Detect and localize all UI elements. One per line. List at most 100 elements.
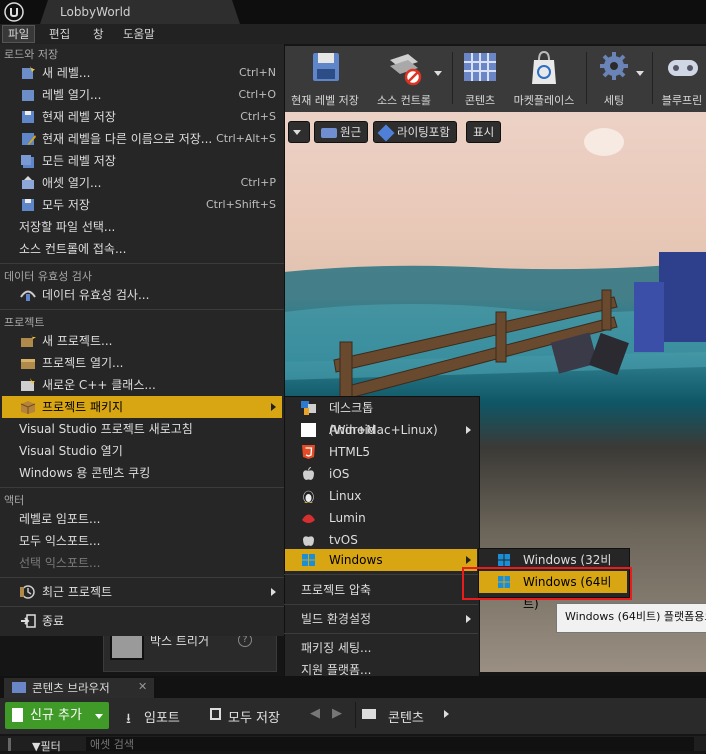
import-icon: ⭳ xyxy=(126,711,131,727)
blueprints-button[interactable]: 블루프린 xyxy=(658,50,706,108)
import-into-level-item[interactable]: 레벨로 임포트... xyxy=(2,508,282,530)
save-icon xyxy=(210,708,221,720)
save-all-levels-item[interactable]: 모든 레벨 저장 xyxy=(2,150,282,172)
android-icon xyxy=(301,423,316,437)
new-level-item[interactable]: 새 레벨... Ctrl+N xyxy=(2,62,282,84)
highlight-annotation-box xyxy=(462,567,632,600)
filter-button[interactable]: ▼필터 xyxy=(32,738,61,754)
perspective-label: 원근 xyxy=(340,125,362,139)
platform-linux-item[interactable]: Linux xyxy=(285,485,477,507)
save-current-level-button[interactable]: 현재 레벨 저장 xyxy=(288,50,362,108)
platform-android-item[interactable]: Android xyxy=(285,419,477,441)
platform-windows-item[interactable]: Windows xyxy=(285,549,477,571)
desktop-platform-icon xyxy=(301,401,316,415)
new-cpp-class-icon xyxy=(21,378,35,391)
perspective-button[interactable]: 원근 xyxy=(314,121,369,143)
menu-separator xyxy=(0,487,284,488)
export-selected-item: 선택 익스포트... xyxy=(19,556,101,570)
content-path-breadcrumb[interactable]: 콘텐츠 xyxy=(388,707,424,726)
asset-search-input[interactable] xyxy=(86,737,694,751)
submenu-arrow-icon xyxy=(466,615,471,623)
menu-file[interactable]: 파일 xyxy=(2,25,36,43)
build-configuration-item[interactable]: 빌드 환경설정 xyxy=(285,608,477,630)
submenu-arrow-icon xyxy=(466,556,471,564)
open-asset-item[interactable]: 애셋 열기... Ctrl+P xyxy=(2,172,282,194)
filter-label: 필터 xyxy=(40,740,61,753)
html5-icon xyxy=(302,445,315,459)
export-all-item[interactable]: 모두 익스포트... xyxy=(2,530,282,552)
section-load-save: 로드와 저장 xyxy=(4,48,59,61)
close-tab-icon[interactable]: ✕ xyxy=(138,680,147,693)
lumin-icon xyxy=(302,514,315,523)
settings-dropdown-icon[interactable] xyxy=(636,71,644,76)
exit-item[interactable]: 종료 xyxy=(2,610,282,632)
windows-icon xyxy=(302,554,315,566)
connect-source-control-item[interactable]: 소스 컨트롤에 접속... xyxy=(2,238,282,260)
refresh-vs-project-item[interactable]: Visual Studio 프로젝트 새로고침 xyxy=(2,418,282,440)
menu-separator xyxy=(0,577,284,578)
show-button[interactable]: 표시 xyxy=(466,121,502,143)
path-chevron-icon[interactable] xyxy=(444,710,449,718)
open-project-item[interactable]: 프로젝트 열기... xyxy=(2,352,282,374)
platform-desktop-item[interactable]: 데스크톱 (Win+Mac+Linux) xyxy=(285,397,477,437)
content-grid-icon xyxy=(464,53,496,81)
new-project-icon xyxy=(21,334,36,347)
import-button[interactable]: 임포트 xyxy=(144,707,180,726)
menu-edit[interactable]: 편집 xyxy=(44,26,75,42)
save-all-levels-icon xyxy=(21,155,34,168)
viewport-options-button[interactable] xyxy=(288,121,310,143)
forward-arrow-icon[interactable]: ▶ xyxy=(332,706,342,721)
settings-button[interactable]: 세팅 xyxy=(594,50,634,108)
toolbar-separator xyxy=(452,52,453,104)
show-label: 표시 xyxy=(473,125,495,139)
tooltip: Windows (64비트) 플랫폼용으 xyxy=(556,603,706,633)
submenu-arrow-icon xyxy=(271,403,276,411)
data-validation-item[interactable]: 데이터 유효성 검사... xyxy=(2,284,282,306)
content-browser-tab[interactable]: 콘텐츠 브라우저 ✕ xyxy=(4,678,154,698)
toolbar-separator xyxy=(586,52,587,104)
toolbar-separator xyxy=(355,702,356,728)
platform-lumin-item[interactable]: Lumin xyxy=(285,507,477,529)
save-as-icon xyxy=(22,133,36,145)
menu-window[interactable]: 창 xyxy=(88,26,109,42)
open-level-icon xyxy=(22,90,34,101)
save-all-icon xyxy=(22,199,34,211)
platform-tvos-item[interactable]: tvOS xyxy=(285,529,477,551)
cook-content-windows-item[interactable]: Windows 용 콘텐츠 쿠킹 xyxy=(2,462,282,484)
unreal-logo-icon[interactable] xyxy=(4,2,24,22)
save-all-item[interactable]: 모두 저장 Ctrl+Shift+S xyxy=(2,194,282,216)
menu-help[interactable]: 도움말 xyxy=(118,26,160,42)
new-cpp-class-item[interactable]: 새로운 C++ 클래스... xyxy=(2,374,282,396)
marketplace-button[interactable]: 마켓플레이스 xyxy=(508,50,580,108)
submenu-arrow-icon xyxy=(271,588,276,596)
source-control-button[interactable]: 소스 컨트롤 xyxy=(372,50,436,108)
save-all-button[interactable]: 모두 저장 xyxy=(228,707,280,726)
apple-icon xyxy=(303,467,314,480)
lighting-label: 라이팅포함 xyxy=(397,125,450,139)
save-current-level-item[interactable]: 현재 레벨 저장 Ctrl+S xyxy=(2,106,282,128)
exit-icon xyxy=(21,614,36,628)
package-project-item[interactable]: 프로젝트 패키지 xyxy=(2,396,282,418)
chevron-down-icon xyxy=(95,714,103,719)
drag-handle-icon[interactable] xyxy=(8,738,11,751)
package-box-icon xyxy=(20,401,36,414)
save-level-as-item[interactable]: 현재 레벨을 다른 이름으로 저장... Ctrl+Alt+S xyxy=(2,128,282,150)
open-level-item[interactable]: 레벨 열기... Ctrl+O xyxy=(2,84,282,106)
source-control-icon xyxy=(390,54,422,86)
back-arrow-icon[interactable]: ◀ xyxy=(310,706,320,721)
recent-projects-item[interactable]: 최근 프로젝트 xyxy=(2,581,282,603)
submenu-arrow-icon xyxy=(466,426,471,434)
add-new-button[interactable]: 신규 추가 xyxy=(5,702,109,729)
lighting-mode-button[interactable]: 라이팅포함 xyxy=(373,121,457,143)
open-visual-studio-item[interactable]: Visual Studio 열기 xyxy=(2,440,282,462)
content-button[interactable]: 콘텐츠 xyxy=(458,50,502,108)
source-control-dropdown-icon[interactable] xyxy=(434,71,442,76)
packaging-settings-item[interactable]: 패키징 세팅... xyxy=(285,637,477,659)
section-data-validation: 데이터 유효성 검사 xyxy=(4,270,92,283)
new-project-item[interactable]: 새 프로젝트... xyxy=(2,330,282,352)
platform-html5-item[interactable]: HTML5 xyxy=(285,441,477,463)
zip-project-item[interactable]: 프로젝트 압축 xyxy=(285,579,477,601)
settings-gear-icon xyxy=(600,52,628,80)
platform-ios-item[interactable]: iOS xyxy=(285,463,477,485)
choose-files-to-save-item[interactable]: 저장할 파일 선택... xyxy=(2,216,282,238)
